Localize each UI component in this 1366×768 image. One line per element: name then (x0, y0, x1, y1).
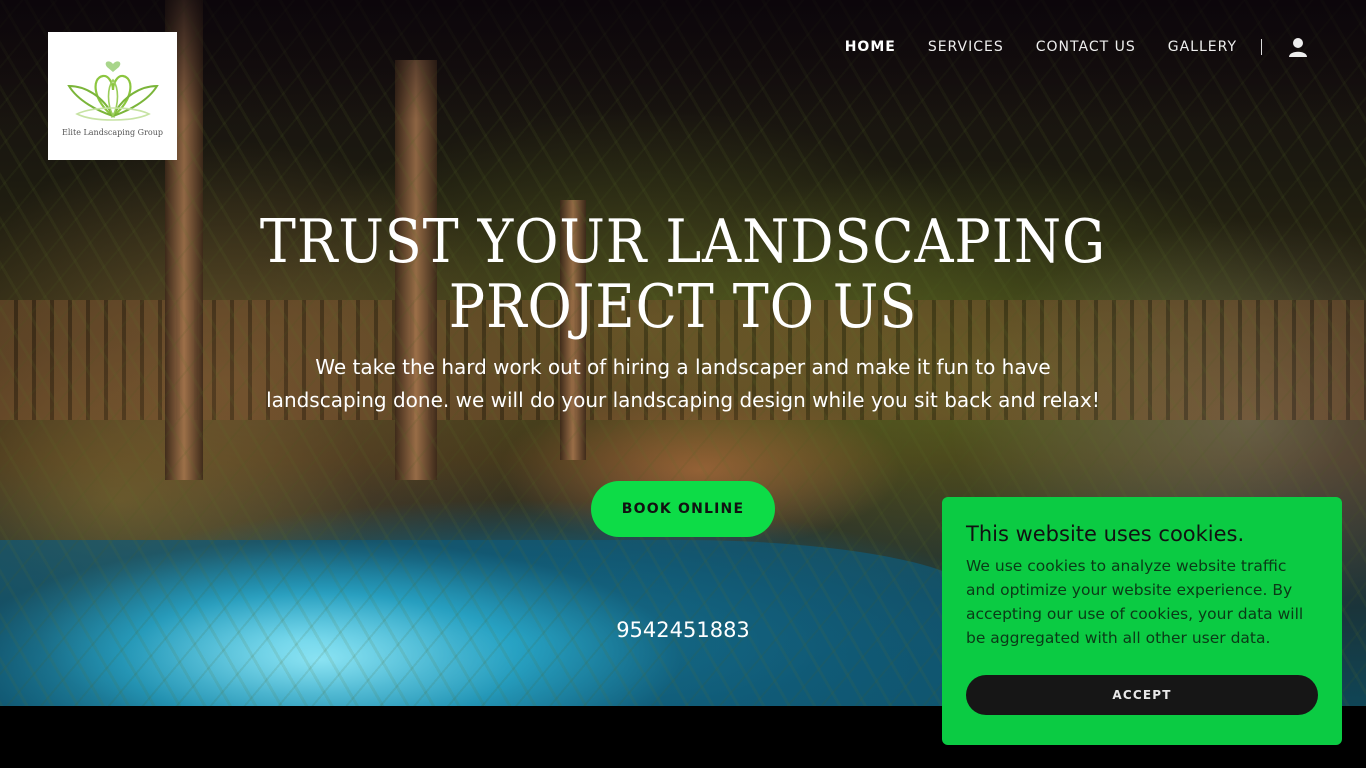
hero-title-line-2: PROJECT TO US (448, 272, 918, 342)
main-nav: HOME SERVICES CONTACT US GALLERY (813, 37, 1308, 57)
hero-header-shade (0, 0, 1366, 120)
accept-cookies-button[interactable]: ACCEPT (966, 675, 1318, 715)
cookie-banner-title: This website uses cookies. (966, 522, 1245, 546)
cookie-banner: This website uses cookies. We use cookie… (942, 497, 1342, 745)
lotus-logo-icon (66, 60, 159, 121)
hero-title-line-1: TRUST YOUR LANDSCAPING (259, 207, 1107, 277)
cookie-banner-body: We use cookies to analyze website traffi… (966, 557, 1304, 647)
site-logo[interactable]: Elite Landscaping Group (48, 32, 177, 160)
nav-item-home[interactable]: HOME (845, 37, 896, 57)
nav-divider (1261, 39, 1262, 55)
hero-title: TRUST YOUR LANDSCAPING PROJECT TO US (233, 210, 1133, 340)
logo-text: Elite Landscaping Group (62, 127, 163, 137)
nav-item-services[interactable]: SERVICES (928, 37, 1004, 57)
book-online-button[interactable]: BOOK ONLINE (591, 481, 775, 537)
nav-item-contact-us[interactable]: CONTACT US (1036, 37, 1136, 57)
hero-subtitle: We take the hard work out of hiring a la… (266, 355, 1100, 412)
user-icon[interactable] (1288, 37, 1308, 57)
nav-item-gallery[interactable]: GALLERY (1168, 37, 1237, 57)
phone-number-link[interactable]: 9542451883 (583, 618, 783, 642)
